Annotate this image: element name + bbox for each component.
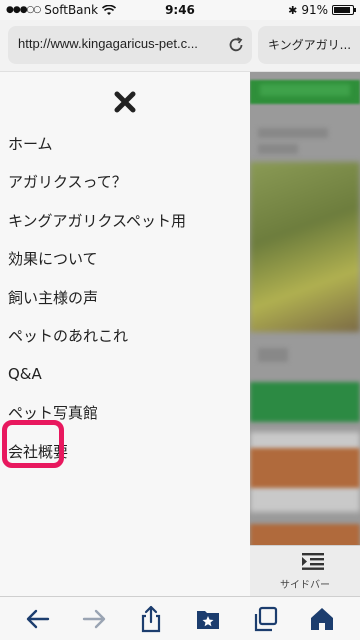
sidebar-icon bbox=[302, 553, 324, 570]
bottom-toolbar bbox=[0, 596, 360, 640]
menu-item-testimonials[interactable]: 飼い主様の声 bbox=[0, 278, 250, 317]
battery-fill bbox=[334, 7, 351, 13]
highlight-box bbox=[2, 420, 64, 468]
status-bar: ●●●○○ SoftBank 9:46 ✱ 91% bbox=[0, 0, 360, 20]
home-icon[interactable] bbox=[308, 605, 336, 633]
background-text-line bbox=[258, 144, 298, 154]
navigation-drawer: ホーム アガリクスって？ キングアガリクスペット用 効果について 飼い主様の声 … bbox=[0, 72, 250, 596]
background-photo bbox=[250, 162, 360, 332]
bluetooth-icon: ✱ bbox=[288, 3, 298, 17]
background-page-blurred bbox=[250, 72, 360, 596]
forward-arrow-icon[interactable] bbox=[80, 605, 108, 633]
menu-item-home[interactable]: ホーム bbox=[0, 124, 250, 163]
tab-2-title[interactable]: キングアガリ... bbox=[268, 36, 351, 53]
back-arrow-icon[interactable] bbox=[24, 605, 52, 633]
reload-icon[interactable] bbox=[226, 35, 246, 55]
background-banner-text bbox=[260, 84, 350, 96]
background-orange-button bbox=[250, 448, 360, 488]
url-bar[interactable]: http://www.kingagaricus-pet.c... bbox=[8, 26, 252, 64]
background-green-box bbox=[250, 382, 360, 422]
drawer-menu: ホーム アガリクスって？ キングアガリクスペット用 効果について 飼い主様の声 … bbox=[0, 124, 250, 471]
background-text-line bbox=[258, 128, 328, 138]
status-right: ✱ 91% bbox=[288, 3, 356, 17]
share-icon[interactable] bbox=[137, 605, 165, 633]
menu-item-about-agaricus[interactable]: アガリクスって？ bbox=[0, 163, 250, 202]
background-text-line bbox=[258, 348, 288, 362]
browser-tab-2[interactable]: キングアガリ... bbox=[258, 26, 360, 64]
sidebar-button[interactable]: サイドバー bbox=[250, 545, 360, 596]
url-text[interactable]: http://www.kingagaricus-pet.c... bbox=[18, 36, 218, 51]
battery-icon bbox=[332, 5, 356, 15]
menu-item-qa[interactable]: Q&A bbox=[0, 355, 250, 394]
sidebar-button-label: サイドバー bbox=[280, 580, 330, 591]
bookmarks-icon[interactable] bbox=[194, 605, 222, 633]
browser-tab-bar: http://www.kingagaricus-pet.c... キングアガリ.… bbox=[0, 20, 360, 72]
menu-item-pet-topics[interactable]: ペットのあれこれ bbox=[0, 317, 250, 356]
close-icon[interactable] bbox=[113, 90, 137, 114]
battery-percent: 91% bbox=[301, 3, 328, 17]
tabs-icon[interactable] bbox=[252, 605, 280, 633]
menu-item-product[interactable]: キングアガリクスペット用 bbox=[0, 201, 250, 240]
menu-item-effects[interactable]: 効果について bbox=[0, 240, 250, 279]
